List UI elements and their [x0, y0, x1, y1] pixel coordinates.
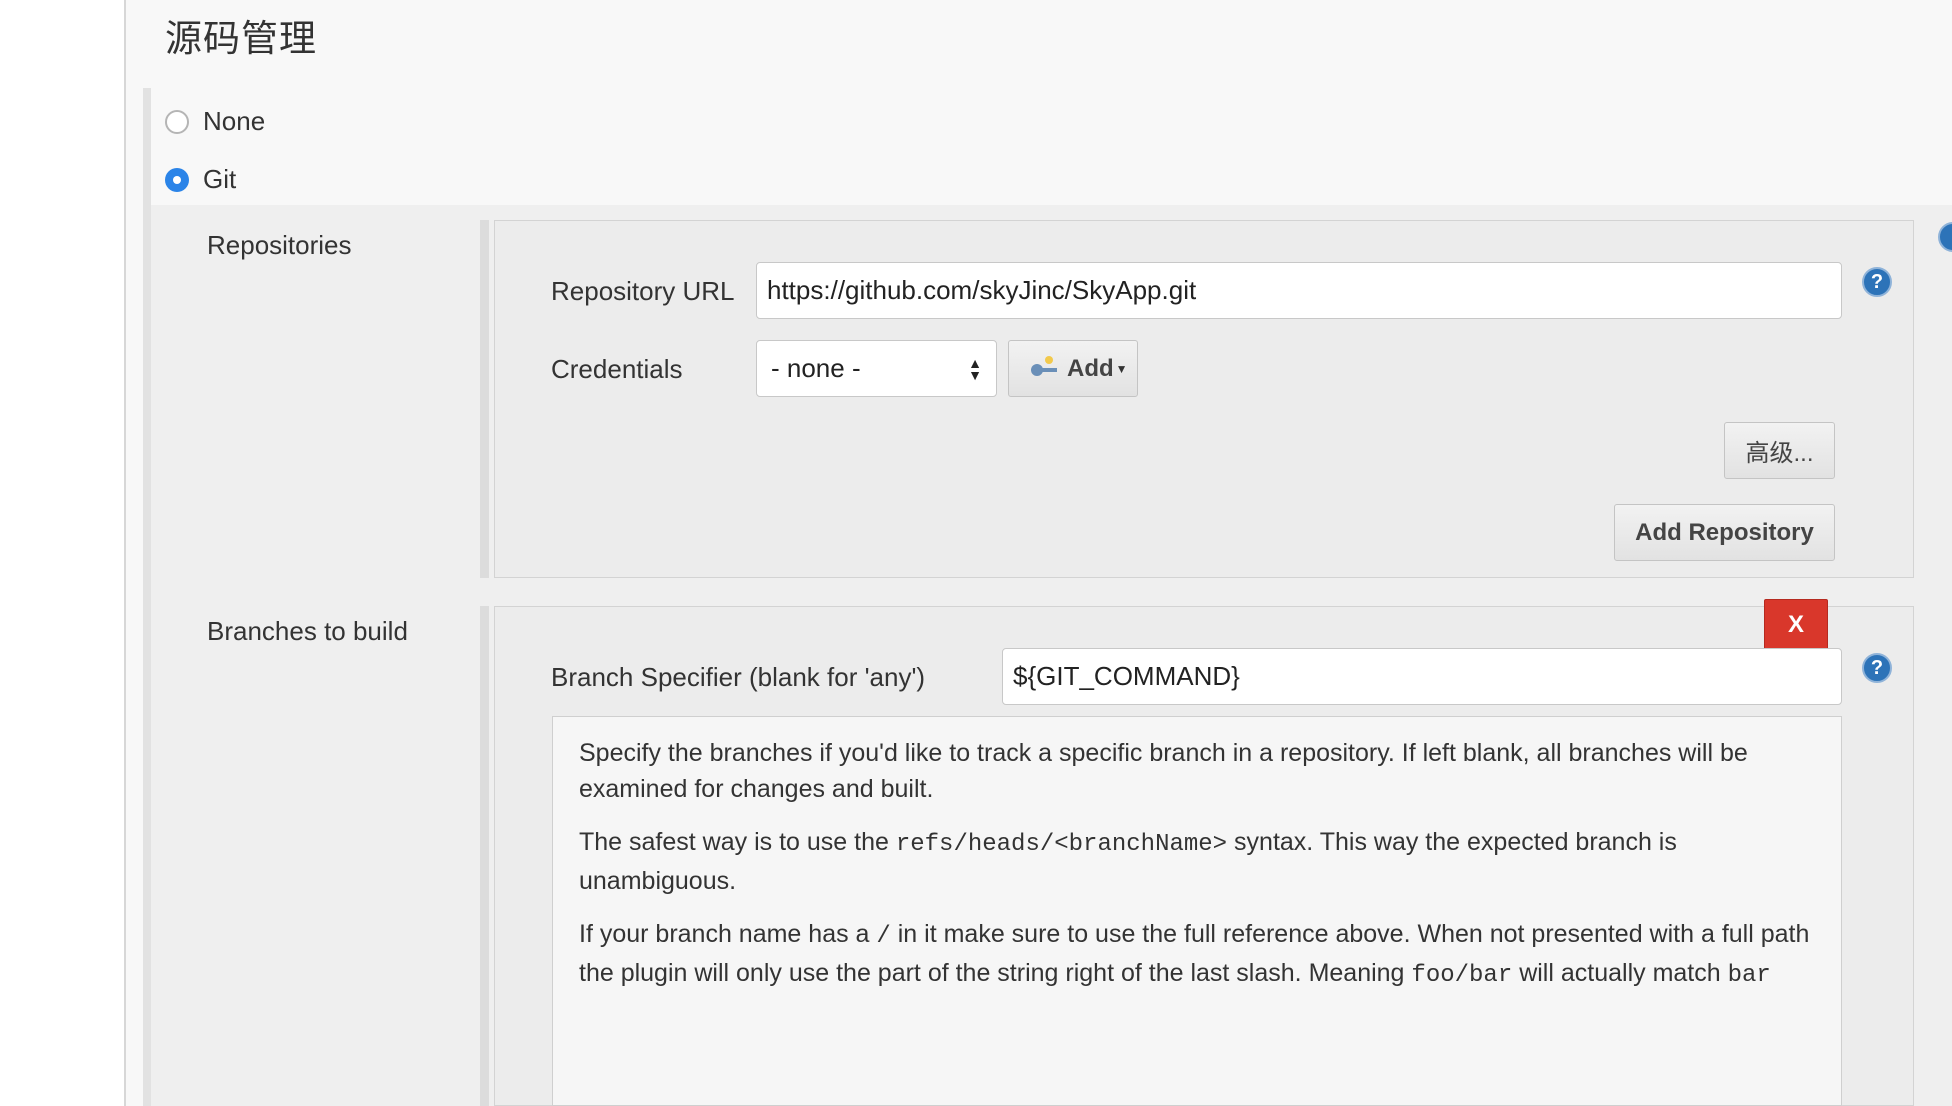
- add-credentials-label: Add: [1067, 354, 1114, 382]
- edge-help-icon[interactable]: [1938, 222, 1952, 252]
- branch-specifier-help-icon[interactable]: ?: [1862, 653, 1892, 683]
- key-icon: [1031, 355, 1057, 376]
- credentials-label: Credentials: [551, 354, 683, 384]
- repository-url-input[interactable]: https://github.com/skyJinc/SkyApp.git: [756, 262, 1842, 319]
- repository-url-label: Repository URL: [551, 276, 735, 306]
- dropdown-caret-icon: ▼: [1115, 361, 1128, 376]
- credentials-select-value: - none -: [771, 353, 861, 383]
- help-paragraph-1: Specify the branches if you'd like to tr…: [579, 739, 1748, 803]
- scm-option-git[interactable]: Git: [165, 164, 236, 195]
- repository-url-help-icon[interactable]: ?: [1862, 267, 1892, 297]
- help-paragraph-3: If your branch name has a / in it make s…: [579, 920, 1810, 989]
- scm-option-none[interactable]: None: [165, 106, 265, 137]
- branches-label: Branches to build: [207, 616, 408, 646]
- credentials-select[interactable]: - none - ▲ ▼: [756, 340, 997, 397]
- repositories-label: Repositories: [207, 230, 352, 260]
- radio-git[interactable]: [165, 167, 189, 192]
- advanced-button[interactable]: 高级...: [1724, 422, 1835, 479]
- radio-none[interactable]: [165, 109, 189, 134]
- branch-specifier-label: Branch Specifier (blank for 'any'): [551, 662, 926, 692]
- radio-none-label: None: [203, 106, 266, 136]
- help-paragraph-2: The safest way is to use the refs/heads/…: [579, 828, 1677, 895]
- add-repository-button[interactable]: Add Repository: [1614, 504, 1835, 561]
- select-arrows-icon: ▲ ▼: [968, 354, 982, 383]
- branch-specifier-input[interactable]: ${GIT_COMMAND}: [1002, 648, 1842, 705]
- add-credentials-button[interactable]: Add ▼: [1008, 340, 1138, 397]
- branches-bar: [480, 606, 489, 1106]
- branch-specifier-help-text: Specify the branches if you'd like to tr…: [552, 716, 1842, 1106]
- repositories-bar: [480, 220, 489, 578]
- section-title: 源码管理: [165, 18, 317, 59]
- radio-git-label: Git: [203, 164, 237, 194]
- scm-group-bar: [143, 88, 151, 1106]
- delete-branch-button[interactable]: X: [1764, 599, 1828, 651]
